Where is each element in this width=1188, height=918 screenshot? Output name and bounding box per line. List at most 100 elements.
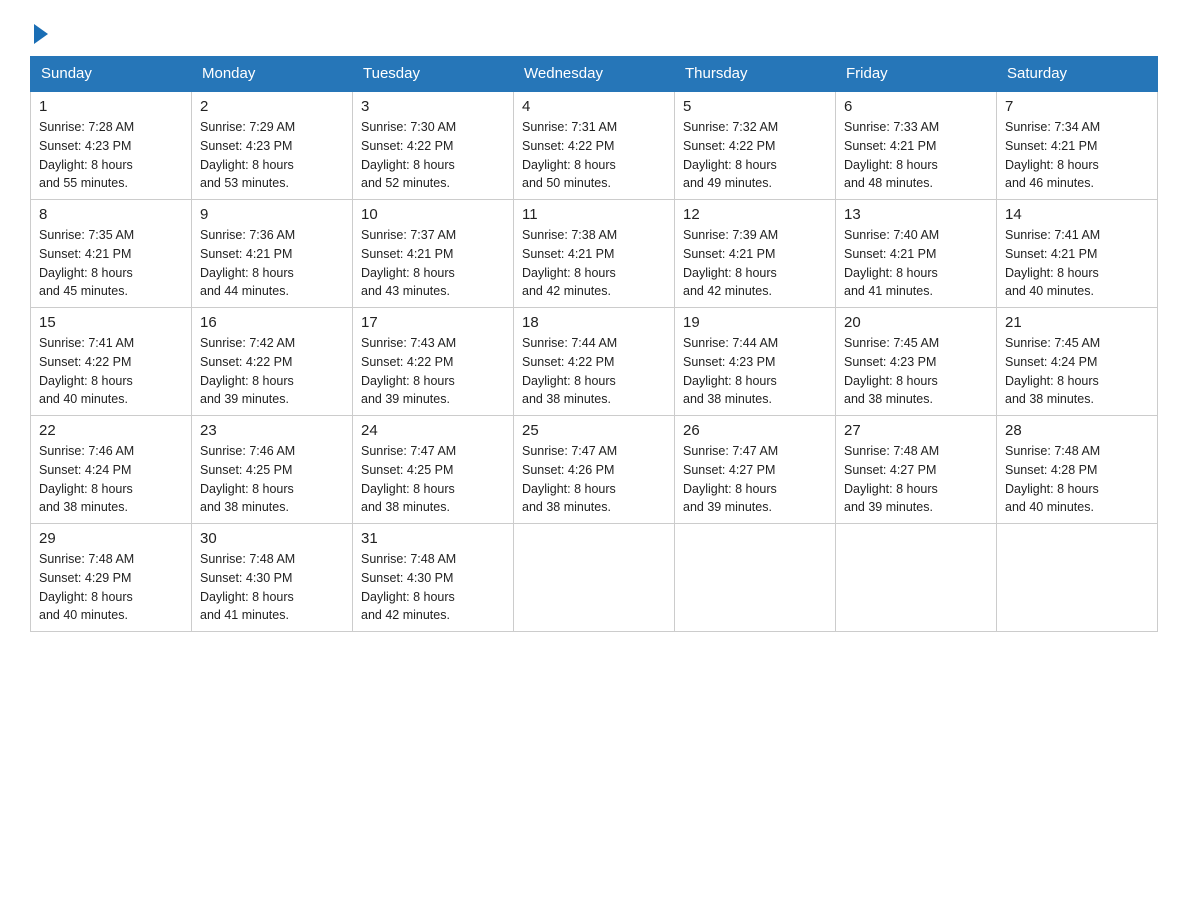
- day-info: Sunrise: 7:48 AMSunset: 4:30 PMDaylight:…: [361, 550, 505, 625]
- logo-arrow-icon: [34, 24, 48, 44]
- day-number: 24: [361, 422, 505, 439]
- calendar-cell: 21 Sunrise: 7:45 AMSunset: 4:24 PMDaylig…: [997, 308, 1158, 416]
- calendar-cell: 24 Sunrise: 7:47 AMSunset: 4:25 PMDaylig…: [353, 416, 514, 524]
- calendar-cell: 23 Sunrise: 7:46 AMSunset: 4:25 PMDaylig…: [192, 416, 353, 524]
- day-number: 2: [200, 98, 344, 115]
- logo: [30, 20, 50, 46]
- calendar-week-1: 1 Sunrise: 7:28 AMSunset: 4:23 PMDayligh…: [31, 91, 1158, 200]
- day-info: Sunrise: 7:48 AMSunset: 4:30 PMDaylight:…: [200, 550, 344, 625]
- calendar-week-2: 8 Sunrise: 7:35 AMSunset: 4:21 PMDayligh…: [31, 200, 1158, 308]
- header-friday: Friday: [836, 57, 997, 92]
- day-number: 22: [39, 422, 183, 439]
- header-sunday: Sunday: [31, 57, 192, 92]
- day-info: Sunrise: 7:47 AMSunset: 4:26 PMDaylight:…: [522, 442, 666, 517]
- header-monday: Monday: [192, 57, 353, 92]
- header-thursday: Thursday: [675, 57, 836, 92]
- calendar-cell: 30 Sunrise: 7:48 AMSunset: 4:30 PMDaylig…: [192, 524, 353, 632]
- day-number: 11: [522, 206, 666, 223]
- day-info: Sunrise: 7:42 AMSunset: 4:22 PMDaylight:…: [200, 334, 344, 409]
- day-number: 19: [683, 314, 827, 331]
- day-number: 25: [522, 422, 666, 439]
- calendar-cell: 10 Sunrise: 7:37 AMSunset: 4:21 PMDaylig…: [353, 200, 514, 308]
- day-info: Sunrise: 7:48 AMSunset: 4:28 PMDaylight:…: [1005, 442, 1149, 517]
- calendar-cell: [836, 524, 997, 632]
- calendar-cell: 8 Sunrise: 7:35 AMSunset: 4:21 PMDayligh…: [31, 200, 192, 308]
- day-info: Sunrise: 7:33 AMSunset: 4:21 PMDaylight:…: [844, 118, 988, 193]
- calendar-week-4: 22 Sunrise: 7:46 AMSunset: 4:24 PMDaylig…: [31, 416, 1158, 524]
- header-saturday: Saturday: [997, 57, 1158, 92]
- day-number: 30: [200, 530, 344, 547]
- day-number: 18: [522, 314, 666, 331]
- calendar-cell: 22 Sunrise: 7:46 AMSunset: 4:24 PMDaylig…: [31, 416, 192, 524]
- day-number: 3: [361, 98, 505, 115]
- day-info: Sunrise: 7:43 AMSunset: 4:22 PMDaylight:…: [361, 334, 505, 409]
- day-number: 28: [1005, 422, 1149, 439]
- header-tuesday: Tuesday: [353, 57, 514, 92]
- day-number: 13: [844, 206, 988, 223]
- calendar-cell: 7 Sunrise: 7:34 AMSunset: 4:21 PMDayligh…: [997, 91, 1158, 200]
- page-header: [30, 20, 1158, 46]
- day-number: 21: [1005, 314, 1149, 331]
- calendar-cell: 5 Sunrise: 7:32 AMSunset: 4:22 PMDayligh…: [675, 91, 836, 200]
- calendar-cell: 17 Sunrise: 7:43 AMSunset: 4:22 PMDaylig…: [353, 308, 514, 416]
- day-number: 12: [683, 206, 827, 223]
- day-info: Sunrise: 7:41 AMSunset: 4:22 PMDaylight:…: [39, 334, 183, 409]
- calendar-cell: [675, 524, 836, 632]
- day-info: Sunrise: 7:47 AMSunset: 4:27 PMDaylight:…: [683, 442, 827, 517]
- day-number: 15: [39, 314, 183, 331]
- day-info: Sunrise: 7:48 AMSunset: 4:29 PMDaylight:…: [39, 550, 183, 625]
- calendar-header-row: SundayMondayTuesdayWednesdayThursdayFrid…: [31, 57, 1158, 92]
- calendar-cell: 16 Sunrise: 7:42 AMSunset: 4:22 PMDaylig…: [192, 308, 353, 416]
- day-info: Sunrise: 7:31 AMSunset: 4:22 PMDaylight:…: [522, 118, 666, 193]
- day-info: Sunrise: 7:41 AMSunset: 4:21 PMDaylight:…: [1005, 226, 1149, 301]
- calendar-cell: [997, 524, 1158, 632]
- day-info: Sunrise: 7:38 AMSunset: 4:21 PMDaylight:…: [522, 226, 666, 301]
- day-number: 5: [683, 98, 827, 115]
- day-number: 10: [361, 206, 505, 223]
- calendar-cell: 25 Sunrise: 7:47 AMSunset: 4:26 PMDaylig…: [514, 416, 675, 524]
- day-info: Sunrise: 7:28 AMSunset: 4:23 PMDaylight:…: [39, 118, 183, 193]
- calendar-cell: 1 Sunrise: 7:28 AMSunset: 4:23 PMDayligh…: [31, 91, 192, 200]
- calendar-table: SundayMondayTuesdayWednesdayThursdayFrid…: [30, 56, 1158, 632]
- calendar-cell: 3 Sunrise: 7:30 AMSunset: 4:22 PMDayligh…: [353, 91, 514, 200]
- day-number: 17: [361, 314, 505, 331]
- calendar-cell: 13 Sunrise: 7:40 AMSunset: 4:21 PMDaylig…: [836, 200, 997, 308]
- day-info: Sunrise: 7:48 AMSunset: 4:27 PMDaylight:…: [844, 442, 988, 517]
- calendar-cell: [514, 524, 675, 632]
- calendar-cell: 28 Sunrise: 7:48 AMSunset: 4:28 PMDaylig…: [997, 416, 1158, 524]
- day-info: Sunrise: 7:32 AMSunset: 4:22 PMDaylight:…: [683, 118, 827, 193]
- day-info: Sunrise: 7:30 AMSunset: 4:22 PMDaylight:…: [361, 118, 505, 193]
- day-number: 27: [844, 422, 988, 439]
- day-number: 26: [683, 422, 827, 439]
- day-info: Sunrise: 7:46 AMSunset: 4:24 PMDaylight:…: [39, 442, 183, 517]
- calendar-cell: 12 Sunrise: 7:39 AMSunset: 4:21 PMDaylig…: [675, 200, 836, 308]
- day-info: Sunrise: 7:29 AMSunset: 4:23 PMDaylight:…: [200, 118, 344, 193]
- day-number: 8: [39, 206, 183, 223]
- day-number: 23: [200, 422, 344, 439]
- day-info: Sunrise: 7:46 AMSunset: 4:25 PMDaylight:…: [200, 442, 344, 517]
- calendar-week-3: 15 Sunrise: 7:41 AMSunset: 4:22 PMDaylig…: [31, 308, 1158, 416]
- calendar-cell: 9 Sunrise: 7:36 AMSunset: 4:21 PMDayligh…: [192, 200, 353, 308]
- calendar-cell: 6 Sunrise: 7:33 AMSunset: 4:21 PMDayligh…: [836, 91, 997, 200]
- day-info: Sunrise: 7:47 AMSunset: 4:25 PMDaylight:…: [361, 442, 505, 517]
- calendar-cell: 26 Sunrise: 7:47 AMSunset: 4:27 PMDaylig…: [675, 416, 836, 524]
- day-number: 31: [361, 530, 505, 547]
- day-info: Sunrise: 7:44 AMSunset: 4:23 PMDaylight:…: [683, 334, 827, 409]
- day-info: Sunrise: 7:45 AMSunset: 4:24 PMDaylight:…: [1005, 334, 1149, 409]
- day-info: Sunrise: 7:45 AMSunset: 4:23 PMDaylight:…: [844, 334, 988, 409]
- calendar-cell: 11 Sunrise: 7:38 AMSunset: 4:21 PMDaylig…: [514, 200, 675, 308]
- calendar-week-5: 29 Sunrise: 7:48 AMSunset: 4:29 PMDaylig…: [31, 524, 1158, 632]
- calendar-cell: 29 Sunrise: 7:48 AMSunset: 4:29 PMDaylig…: [31, 524, 192, 632]
- day-info: Sunrise: 7:44 AMSunset: 4:22 PMDaylight:…: [522, 334, 666, 409]
- day-number: 4: [522, 98, 666, 115]
- calendar-cell: 14 Sunrise: 7:41 AMSunset: 4:21 PMDaylig…: [997, 200, 1158, 308]
- calendar-cell: 15 Sunrise: 7:41 AMSunset: 4:22 PMDaylig…: [31, 308, 192, 416]
- day-info: Sunrise: 7:35 AMSunset: 4:21 PMDaylight:…: [39, 226, 183, 301]
- calendar-cell: 31 Sunrise: 7:48 AMSunset: 4:30 PMDaylig…: [353, 524, 514, 632]
- day-number: 29: [39, 530, 183, 547]
- day-number: 14: [1005, 206, 1149, 223]
- calendar-cell: 18 Sunrise: 7:44 AMSunset: 4:22 PMDaylig…: [514, 308, 675, 416]
- day-number: 6: [844, 98, 988, 115]
- calendar-cell: 19 Sunrise: 7:44 AMSunset: 4:23 PMDaylig…: [675, 308, 836, 416]
- calendar-cell: 20 Sunrise: 7:45 AMSunset: 4:23 PMDaylig…: [836, 308, 997, 416]
